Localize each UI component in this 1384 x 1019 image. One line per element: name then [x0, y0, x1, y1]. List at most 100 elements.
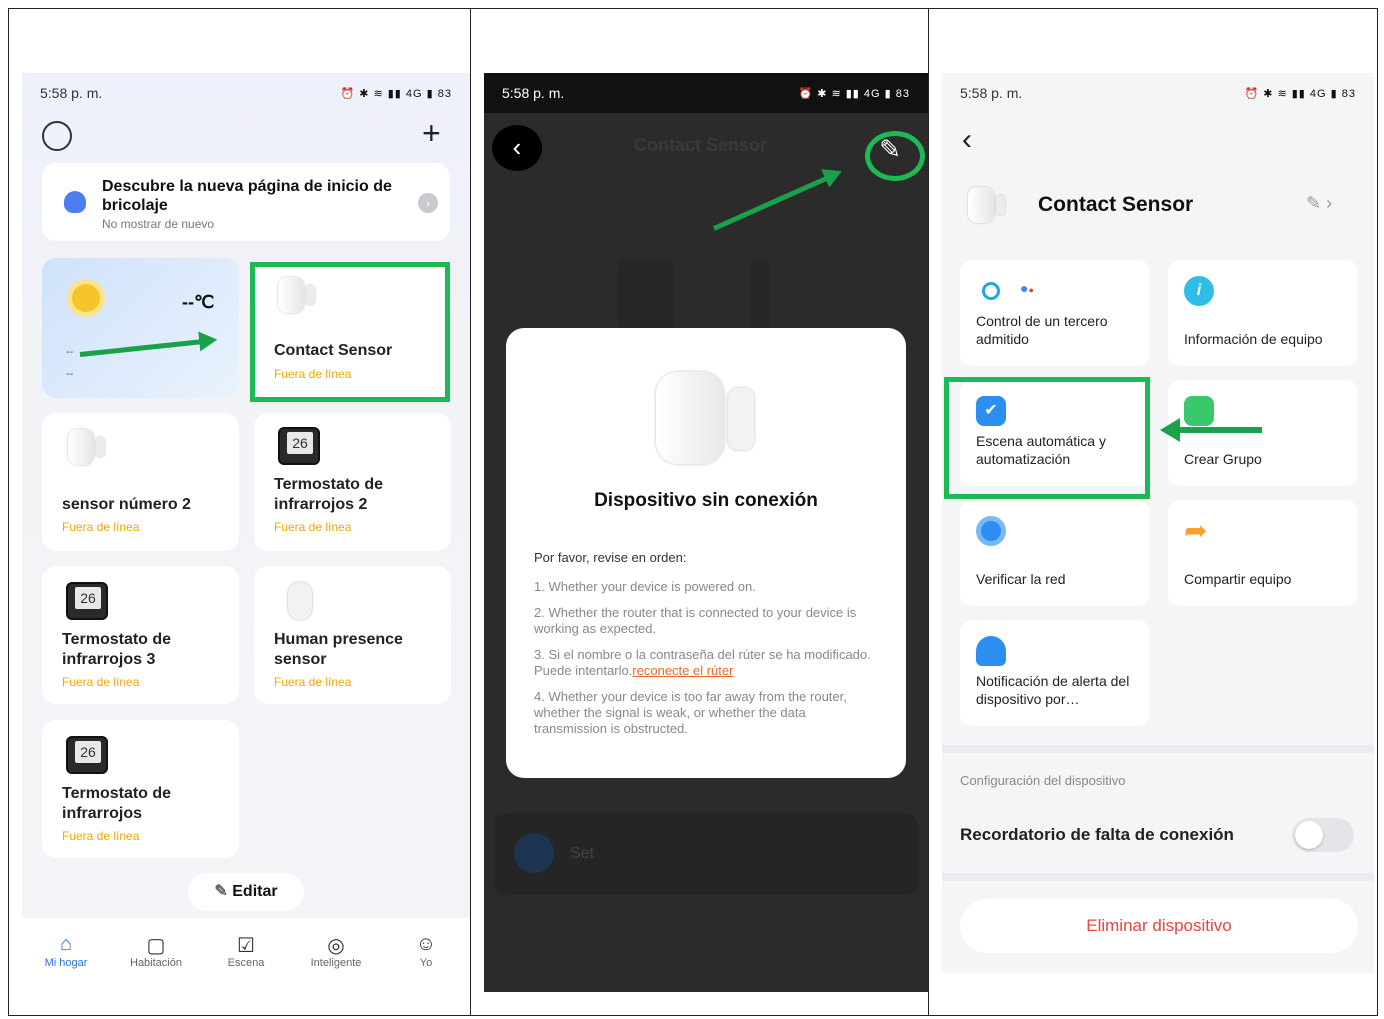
reconnect-router-link[interactable]: reconecte el rúter: [632, 663, 733, 678]
dialog-item: 2. Whether the router that is connected …: [534, 605, 857, 636]
thermostat-icon: [66, 736, 108, 774]
chevron-right-icon[interactable]: ›: [418, 193, 438, 213]
back-button[interactable]: ‹: [492, 125, 542, 171]
tab-scene[interactable]: ☑ Escena: [206, 933, 286, 969]
device-status: Fuera de línea: [274, 675, 352, 689]
device-status: Fuera de línea: [62, 675, 140, 689]
status-icons: ⏰ ✱ ≋ ▮▮ 4G ▮ 83: [1244, 87, 1356, 100]
home-icon: ⌂: [59, 933, 73, 955]
device-card-thermostat[interactable]: Termostato de infrarrojos Fuera de línea: [42, 720, 239, 858]
contact-sensor-icon: [68, 429, 105, 465]
sun-icon: [72, 284, 100, 312]
back-icon[interactable]: ‹: [962, 123, 972, 157]
delete-device-button[interactable]: Eliminar dispositivo: [960, 899, 1358, 953]
device-name: sensor número 2: [62, 496, 191, 513]
tile-device-info[interactable]: i Información de equipo: [1168, 260, 1358, 366]
device-settings-screen: 5:58 p. m. ⏰ ✱ ≋ ▮▮ 4G ▮ 83 ‹ Contact Se…: [942, 73, 1374, 973]
device-card-thermostat-3[interactable]: Termostato de infrarrojos 3 Fuera de lín…: [42, 566, 239, 704]
bg-sensor: [618, 259, 674, 331]
tile-label: Notificación de alerta del dispositivo p…: [976, 673, 1130, 707]
edit-name-icon[interactable]: ✎ ›: [1306, 193, 1332, 214]
thermostat-icon: [66, 582, 108, 620]
tab-label: Inteligente: [310, 957, 362, 969]
dialog-item: 3. Si el nombre o la contraseña del rúte…: [534, 647, 874, 679]
tab-label: Escena: [227, 957, 265, 969]
room-icon: ▢: [146, 935, 166, 957]
device-status: Fuera de línea: [62, 829, 140, 843]
network-icon: [976, 516, 1006, 546]
status-bar: 5:58 p. m. ⏰ ✱ ≋ ▮▮ 4G ▮ 83: [22, 73, 470, 113]
device-status: Fuera de línea: [274, 520, 352, 534]
device-card-human-presence[interactable]: Human presence sensor Fuera de línea: [254, 566, 451, 704]
status-time: 5:58 p. m.: [502, 85, 565, 101]
tile-label: Compartir equipo: [1184, 571, 1292, 587]
home-screen: 5:58 p. m. ⏰ ✱ ≋ ▮▮ 4G ▮ 83 + Descubre l…: [22, 73, 470, 973]
divider: [928, 8, 929, 1016]
info-icon: i: [1184, 276, 1214, 306]
weather-card[interactable]: --℃ -- --: [42, 258, 239, 398]
device-card-thermostat-2[interactable]: Termostato de infrarrojos 2 Fuera de lín…: [254, 413, 451, 551]
device-name: Termostato de infrarrojos 2: [274, 476, 384, 513]
presence-sensor-icon: [288, 582, 312, 620]
tab-smart[interactable]: ◎ Inteligente: [296, 933, 376, 969]
tab-me[interactable]: ☺ Yo: [386, 933, 466, 969]
tab-home[interactable]: ⌂ Mi hogar: [26, 933, 106, 969]
status-bar: 5:58 p. m. ⏰ ✱ ≋ ▮▮ 4G ▮ 83: [942, 73, 1374, 113]
highlight-box: [944, 377, 1150, 499]
device-name: Termostato de infrarrojos 3: [62, 631, 172, 668]
add-icon[interactable]: +: [422, 117, 441, 149]
weather-line: --: [66, 368, 74, 380]
user-icon[interactable]: [42, 121, 72, 151]
thermostat-icon: [278, 427, 320, 465]
tile-label: Información de equipo: [1184, 331, 1323, 347]
tile-label: Crear Grupo: [1184, 451, 1262, 467]
tab-label: Yo: [419, 957, 433, 969]
smart-icon: ◎: [327, 935, 345, 957]
section-heading: Configuración del dispositivo: [960, 773, 1126, 788]
edit-button[interactable]: ✎ Editar: [188, 873, 304, 911]
divider: [470, 8, 471, 1016]
settings-icon: [514, 833, 554, 873]
contact-sensor-icon: [656, 372, 724, 464]
bg-set-label: Set: [570, 845, 595, 862]
dialog-title: Dispositivo sin conexión: [594, 490, 818, 511]
bg-row: [494, 813, 918, 895]
bg-sensor: [750, 259, 770, 331]
device-card-sensor-2[interactable]: sensor número 2 Fuera de línea: [42, 413, 239, 551]
contact-sensor-icon: [968, 187, 1005, 223]
offline-reminder-label: Recordatorio de falta de conexión: [960, 825, 1234, 844]
status-icons: ⏰ ✱ ≋ ▮▮ 4G ▮ 83: [340, 87, 452, 100]
alexa-icon: [982, 282, 1000, 300]
device-offline-screen: 5:58 p. m. ⏰ ✱ ≋ ▮▮ 4G ▮ 83 ‹ Contact Se…: [484, 73, 928, 992]
status-bar: 5:58 p. m. ⏰ ✱ ≋ ▮▮ 4G ▮ 83: [484, 73, 928, 113]
bg-title: Contact Sensor: [634, 135, 768, 155]
profile-icon: ☺: [415, 933, 437, 955]
group-add-icon: [1184, 396, 1214, 426]
annotation-arrow: [1160, 418, 1262, 442]
divider: [942, 873, 1374, 881]
tile-alert-notification[interactable]: Notificación de alerta del dispositivo p…: [960, 620, 1150, 726]
diy-banner[interactable]: Descubre la nueva página de inicio de br…: [42, 163, 450, 241]
device-name: Contact Sensor: [1038, 193, 1194, 216]
dialog-item: 4. Whether your device is too far away f…: [534, 689, 847, 736]
tile-share-device[interactable]: ➦ Compartir equipo: [1168, 500, 1358, 606]
weather-line: --: [66, 346, 74, 358]
dialog-intro: Por favor, revise en orden:: [534, 550, 687, 565]
status-time: 5:58 p. m.: [40, 85, 103, 101]
bell-icon: [976, 636, 1006, 666]
bulb-icon: [64, 191, 86, 213]
tab-label: Mi hogar: [44, 957, 88, 969]
tile-check-network[interactable]: Verificar la red: [960, 500, 1150, 606]
toggle-knob: [1295, 821, 1323, 849]
tile-create-group[interactable]: Crear Grupo: [1168, 380, 1358, 486]
banner-subtitle[interactable]: No mostrar de nuevo: [102, 217, 214, 231]
highlight-box: [250, 262, 450, 402]
weather-temp: --℃: [182, 292, 215, 312]
google-assistant-icon: ●●: [1020, 280, 1034, 296]
tab-room[interactable]: ▢ Habitación: [116, 933, 196, 969]
tile-third-party-control[interactable]: ●● Control de un tercero admitido: [960, 260, 1150, 366]
tab-label: Habitación: [130, 957, 182, 969]
status-time: 5:58 p. m.: [960, 85, 1023, 101]
offline-reminder-toggle[interactable]: [1292, 818, 1354, 852]
scene-icon: ☑: [237, 935, 255, 957]
